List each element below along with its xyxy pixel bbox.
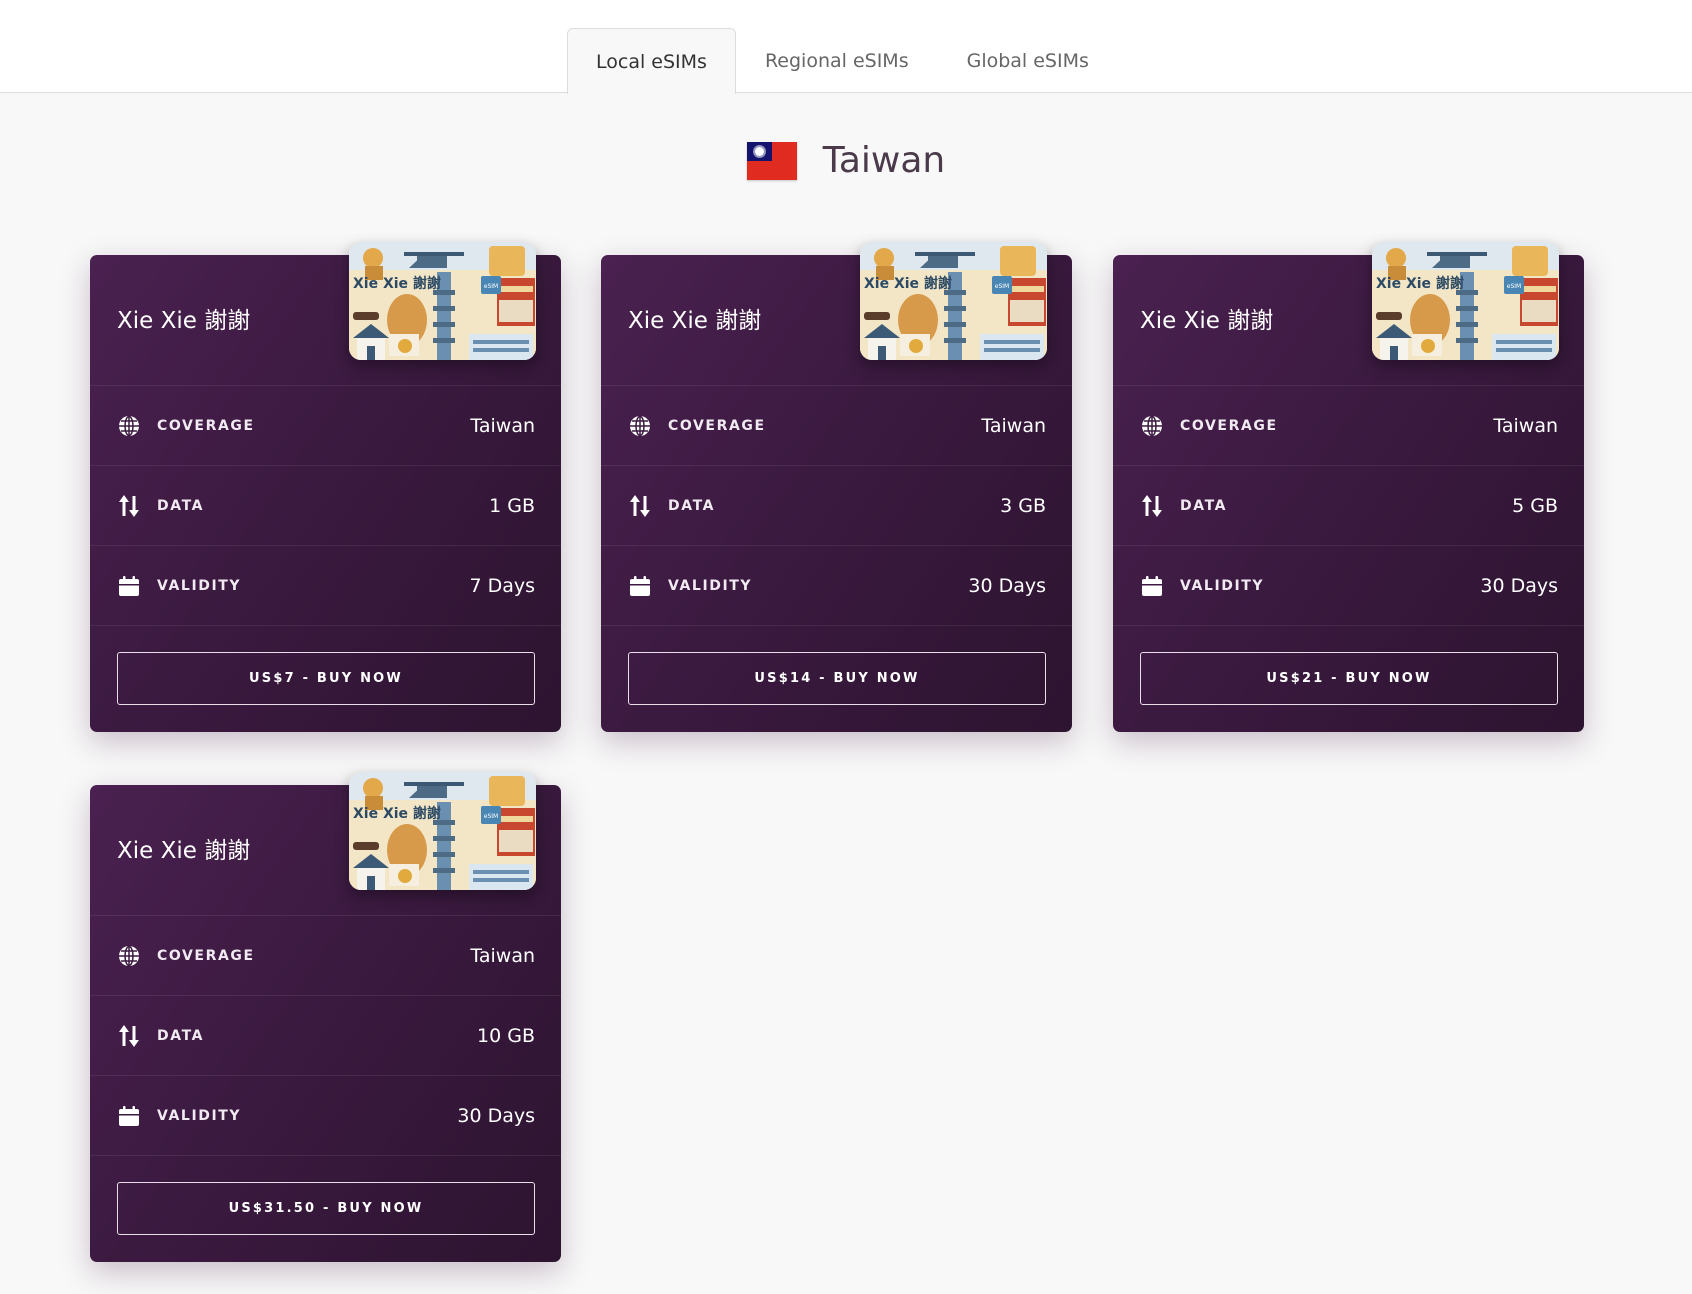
svg-text:eSIM: eSIM bbox=[484, 283, 498, 290]
globe-icon bbox=[117, 944, 141, 968]
plan-card-header: Xie Xie 謝謝 eSIM Xie Xie 謝謝 bbox=[90, 242, 561, 386]
top-bar: Local eSIMs Regional eSIMs Global eSIMs bbox=[0, 0, 1692, 94]
validity-label: VALIDITY bbox=[157, 577, 242, 594]
data-row: DATA 3 GB bbox=[601, 466, 1072, 546]
calendar-icon bbox=[1140, 574, 1164, 598]
plan-card: Xie Xie 謝謝 eSIM Xie Xie 謝謝 COVERAGE Taiw… bbox=[601, 242, 1072, 732]
validity-row: VALIDITY 30 Days bbox=[1113, 546, 1584, 626]
coverage-row: COVERAGE Taiwan bbox=[601, 386, 1072, 466]
buy-now-button[interactable]: US$7 - BUY NOW bbox=[117, 652, 535, 705]
globe-icon bbox=[117, 414, 141, 438]
data-row: DATA 1 GB bbox=[90, 466, 561, 546]
plan-card: Xie Xie 謝謝 eSIM Xie Xie 謝謝 COVERAGE Taiw… bbox=[90, 242, 561, 732]
plan-title: Xie Xie 謝謝 bbox=[628, 308, 762, 334]
svg-text:eSIM: eSIM bbox=[484, 813, 498, 820]
data-row: DATA 5 GB bbox=[1113, 466, 1584, 546]
data-value: 10 GB bbox=[477, 1024, 535, 1047]
data-label: DATA bbox=[157, 497, 205, 514]
sim-card-image: eSIM Xie Xie 謝謝 bbox=[1372, 242, 1559, 360]
plan-card: Xie Xie 謝謝 eSIM Xie Xie 謝謝 COVERAGE Taiw… bbox=[90, 772, 561, 1262]
plan-card: Xie Xie 謝謝 eSIM Xie Xie 謝謝 COVERAGE Taiw… bbox=[1113, 242, 1584, 732]
data-transfer-icon bbox=[1140, 494, 1164, 518]
svg-text:eSIM: eSIM bbox=[995, 283, 1009, 290]
buy-now-button[interactable]: US$21 - BUY NOW bbox=[1140, 652, 1558, 705]
buy-now-button[interactable]: US$14 - BUY NOW bbox=[628, 652, 1046, 705]
sim-card-image: eSIM Xie Xie 謝謝 bbox=[349, 772, 536, 890]
validity-label: VALIDITY bbox=[157, 1107, 242, 1124]
data-value: 1 GB bbox=[489, 494, 535, 517]
globe-icon bbox=[628, 414, 652, 438]
validity-value: 30 Days bbox=[968, 574, 1046, 597]
data-transfer-icon bbox=[117, 1024, 141, 1048]
coverage-label: COVERAGE bbox=[668, 417, 766, 434]
data-value: 5 GB bbox=[1512, 494, 1558, 517]
calendar-icon bbox=[628, 574, 652, 598]
coverage-value: Taiwan bbox=[470, 944, 535, 967]
tab-local-esims[interactable]: Local eSIMs bbox=[567, 28, 736, 94]
plan-card-header: Xie Xie 謝謝 eSIM Xie Xie 謝謝 bbox=[90, 772, 561, 916]
validity-row: VALIDITY 30 Days bbox=[90, 1076, 561, 1156]
plan-type-tabs: Local eSIMs Regional eSIMs Global eSIMs bbox=[567, 28, 1118, 94]
coverage-row: COVERAGE Taiwan bbox=[90, 916, 561, 996]
tab-regional-esims[interactable]: Regional eSIMs bbox=[736, 28, 938, 93]
calendar-icon bbox=[117, 574, 141, 598]
calendar-icon bbox=[117, 1104, 141, 1128]
coverage-value: Taiwan bbox=[470, 414, 535, 437]
country-header: Taiwan bbox=[0, 140, 1692, 181]
sim-card-image: eSIM Xie Xie 謝謝 bbox=[860, 242, 1047, 360]
buy-now-button[interactable]: US$31.50 - BUY NOW bbox=[117, 1182, 535, 1235]
coverage-label: COVERAGE bbox=[1180, 417, 1278, 434]
coverage-value: Taiwan bbox=[1493, 414, 1558, 437]
coverage-label: COVERAGE bbox=[157, 947, 255, 964]
coverage-row: COVERAGE Taiwan bbox=[90, 386, 561, 466]
data-label: DATA bbox=[668, 497, 716, 514]
validity-label: VALIDITY bbox=[1180, 577, 1265, 594]
validity-row: VALIDITY 7 Days bbox=[90, 546, 561, 626]
tab-global-esims[interactable]: Global eSIMs bbox=[938, 28, 1118, 93]
plan-card-header: Xie Xie 謝謝 eSIM Xie Xie 謝謝 bbox=[601, 242, 1072, 386]
globe-icon bbox=[1140, 414, 1164, 438]
plan-title: Xie Xie 謝謝 bbox=[117, 308, 251, 334]
svg-text:Xie Xie 謝謝: Xie Xie 謝謝 bbox=[353, 805, 441, 822]
data-label: DATA bbox=[1180, 497, 1228, 514]
validity-value: 7 Days bbox=[469, 574, 535, 597]
plan-card-header: Xie Xie 謝謝 eSIM Xie Xie 謝謝 bbox=[1113, 242, 1584, 386]
data-transfer-icon bbox=[628, 494, 652, 518]
coverage-row: COVERAGE Taiwan bbox=[1113, 386, 1584, 466]
svg-text:Xie Xie 謝謝: Xie Xie 謝謝 bbox=[864, 275, 952, 292]
svg-text:eSIM: eSIM bbox=[1507, 283, 1521, 290]
country-title: Taiwan bbox=[822, 140, 946, 181]
data-transfer-icon bbox=[117, 494, 141, 518]
plan-title: Xie Xie 謝謝 bbox=[1140, 308, 1274, 334]
data-row: DATA 10 GB bbox=[90, 996, 561, 1076]
coverage-label: COVERAGE bbox=[157, 417, 255, 434]
sim-card-image: eSIM Xie Xie 謝謝 bbox=[349, 242, 536, 360]
svg-text:Xie Xie 謝謝: Xie Xie 謝謝 bbox=[1376, 275, 1464, 292]
validity-value: 30 Days bbox=[457, 1104, 535, 1127]
plan-title: Xie Xie 謝謝 bbox=[117, 838, 251, 864]
data-label: DATA bbox=[157, 1027, 205, 1044]
svg-text:Xie Xie 謝謝: Xie Xie 謝謝 bbox=[353, 275, 441, 292]
validity-row: VALIDITY 30 Days bbox=[601, 546, 1072, 626]
validity-label: VALIDITY bbox=[668, 577, 753, 594]
data-value: 3 GB bbox=[1000, 494, 1046, 517]
coverage-value: Taiwan bbox=[981, 414, 1046, 437]
taiwan-flag-icon bbox=[746, 141, 797, 180]
validity-value: 30 Days bbox=[1480, 574, 1558, 597]
